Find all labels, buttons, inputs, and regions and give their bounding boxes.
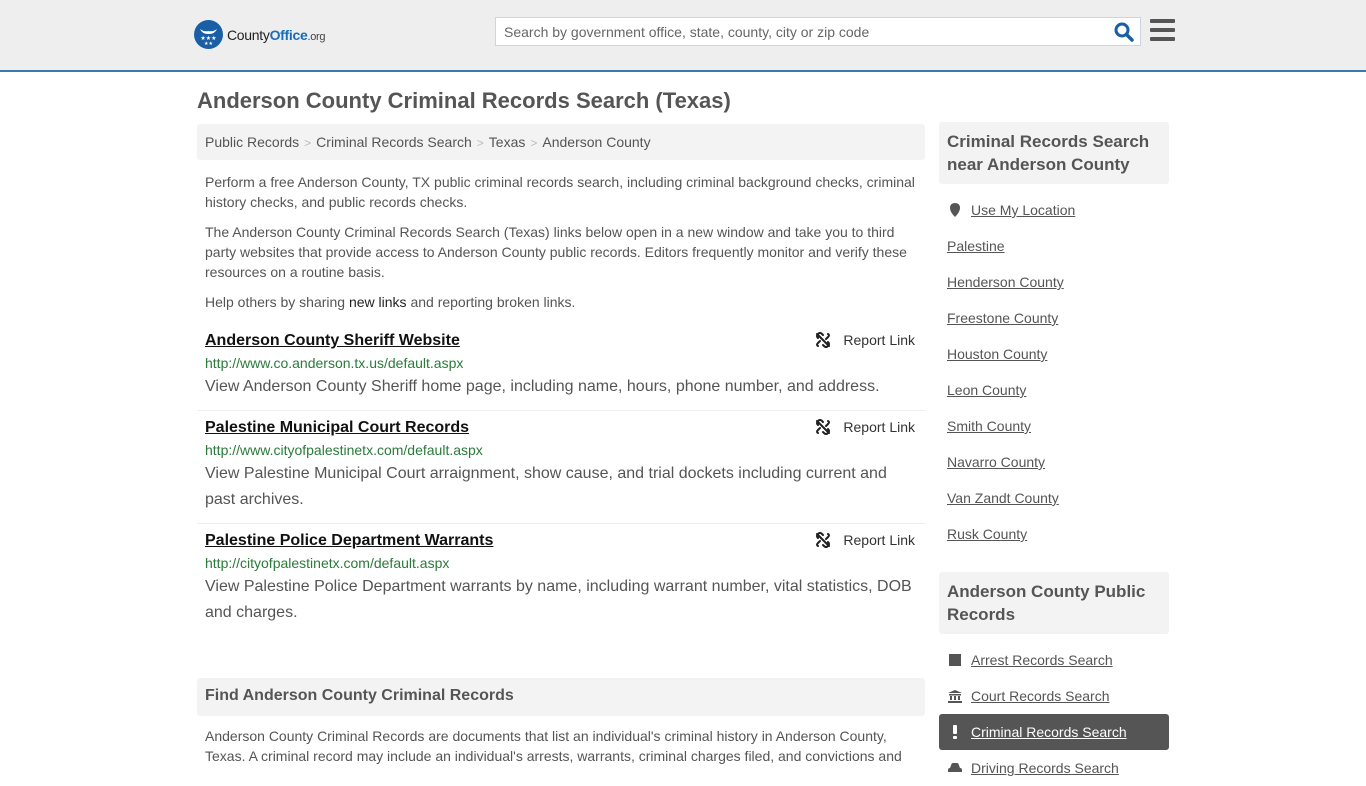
- public-records-heading: Anderson County Public Records: [939, 572, 1169, 634]
- nearby-item: Palestine: [939, 228, 1169, 264]
- results-list: Anderson County Sheriff Website http://w…: [197, 324, 925, 636]
- new-links-link[interactable]: new links: [349, 294, 407, 310]
- public-records-item: Arrest Records Search: [939, 642, 1169, 678]
- use-my-location-link[interactable]: Use My Location: [971, 202, 1075, 218]
- intro-text: Perform a free Anderson County, TX publi…: [197, 160, 925, 312]
- nearby-item: Van Zandt County: [939, 480, 1169, 516]
- result-description: View Palestine Municipal Court arraignme…: [205, 465, 887, 508]
- nearby-item: Navarro County: [939, 444, 1169, 480]
- result-title-link[interactable]: Anderson County Sheriff Website: [205, 332, 460, 350]
- find-records-text: Anderson County Criminal Records are doc…: [205, 728, 902, 764]
- svg-text:★★: ★★: [204, 41, 213, 47]
- nearby-heading: Criminal Records Search near Anderson Co…: [939, 122, 1169, 184]
- search-icon[interactable]: [1114, 22, 1134, 42]
- breadcrumb: Public Records > Criminal Records Search > T…: [197, 124, 925, 160]
- logo-text: CountyOffice.org: [227, 26, 326, 43]
- search-input[interactable]: [496, 18, 1096, 45]
- breadcrumb-separator: >: [304, 136, 312, 150]
- breadcrumb-separator: >: [476, 136, 484, 150]
- use-location-item: Use My Location: [939, 192, 1169, 228]
- report-link-button[interactable]: Report Link: [815, 332, 915, 348]
- criminal-records-search-link[interactable]: Criminal Records Search: [971, 724, 1127, 740]
- exclamation-icon: [947, 725, 963, 739]
- report-link-button[interactable]: Report Link: [815, 532, 915, 548]
- result-url: http://cityofpalestinetx.com/default.asp…: [205, 555, 450, 571]
- result-title-link[interactable]: Palestine Police Department Warrants: [205, 532, 493, 550]
- site-logo[interactable]: ★★★ ★★ CountyOffice.org: [194, 20, 326, 49]
- car-icon: [947, 762, 963, 774]
- public-records-section: Anderson County Public Records Arrest Re…: [939, 572, 1169, 786]
- intro-paragraph-3: Help others by sharing new links and rep…: [205, 294, 576, 310]
- nearby-link-navarro-county[interactable]: Navarro County: [947, 454, 1045, 470]
- public-records-item-active: Criminal Records Search: [939, 714, 1169, 750]
- page-title: Anderson County Criminal Records Search …: [197, 88, 731, 113]
- nearby-link-palestine[interactable]: Palestine: [947, 238, 1005, 254]
- result-item: Palestine Police Department Warrants htt…: [197, 524, 925, 636]
- broken-link-icon: [816, 332, 831, 348]
- result-url: http://www.co.anderson.tx.us/default.asp…: [205, 355, 464, 371]
- intro-paragraph-1: Perform a free Anderson County, TX publi…: [205, 174, 915, 210]
- result-description: View Palestine Police Department warrant…: [205, 578, 912, 621]
- site-header: ★★★ ★★ CountyOffice.org: [0, 0, 1366, 72]
- breadcrumb-criminal-records-search[interactable]: Criminal Records Search: [316, 134, 472, 150]
- nearby-link-leon-county[interactable]: Leon County: [947, 382, 1026, 398]
- public-records-item: Court Records Search: [939, 678, 1169, 714]
- report-link-button[interactable]: Report Link: [815, 419, 915, 435]
- breadcrumb-public-records[interactable]: Public Records: [205, 134, 299, 150]
- court-records-search-link[interactable]: Court Records Search: [971, 688, 1110, 704]
- public-records-item: Driving Records Search: [939, 750, 1169, 786]
- nearby-list: Use My Location Palestine Henderson Coun…: [939, 184, 1169, 552]
- sidebar: Criminal Records Search near Anderson Co…: [939, 122, 1169, 786]
- eagle-logo-icon: ★★★ ★★: [194, 20, 223, 49]
- arrest-records-search-link[interactable]: Arrest Records Search: [971, 652, 1113, 668]
- broken-link-icon: [816, 532, 831, 548]
- square-icon: [947, 654, 963, 666]
- nearby-item: Houston County: [939, 336, 1169, 372]
- nearby-link-van-zandt-county[interactable]: Van Zandt County: [947, 490, 1059, 506]
- map-marker-icon: [947, 203, 963, 217]
- main-content: Public Records > Criminal Records Search > T…: [197, 124, 925, 776]
- result-item: Anderson County Sheriff Website http://w…: [197, 324, 925, 411]
- nearby-link-houston-county[interactable]: Houston County: [947, 346, 1047, 362]
- hamburger-menu-icon[interactable]: [1150, 19, 1175, 41]
- nearby-item: Leon County: [939, 372, 1169, 408]
- nearby-item: Smith County: [939, 408, 1169, 444]
- nearby-item: Henderson County: [939, 264, 1169, 300]
- breadcrumb-texas[interactable]: Texas: [489, 134, 526, 150]
- courthouse-icon: [947, 689, 963, 703]
- nearby-link-freestone-county[interactable]: Freestone County: [947, 310, 1058, 326]
- search-box: [495, 17, 1141, 46]
- breadcrumb-anderson-county[interactable]: Anderson County: [542, 134, 650, 150]
- nearby-link-henderson-county[interactable]: Henderson County: [947, 274, 1064, 290]
- nearby-link-rusk-county[interactable]: Rusk County: [947, 526, 1027, 542]
- breadcrumb-separator: >: [530, 136, 538, 150]
- intro-paragraph-2: The Anderson County Criminal Records Sea…: [205, 224, 907, 280]
- driving-records-search-link[interactable]: Driving Records Search: [971, 760, 1119, 776]
- public-records-list: Arrest Records Search Court Records Sear…: [939, 634, 1169, 786]
- result-title-link[interactable]: Palestine Municipal Court Records: [205, 419, 469, 437]
- result-description: View Anderson County Sheriff home page, …: [205, 378, 880, 395]
- nearby-item: Freestone County: [939, 300, 1169, 336]
- find-records-heading: Find Anderson County Criminal Records: [197, 678, 925, 716]
- nearby-item: Rusk County: [939, 516, 1169, 552]
- nearby-link-smith-county[interactable]: Smith County: [947, 418, 1031, 434]
- result-url: http://www.cityofpalestinetx.com/default…: [205, 442, 483, 458]
- broken-link-icon: [816, 419, 831, 435]
- result-item: Palestine Municipal Court Records http:/…: [197, 411, 925, 524]
